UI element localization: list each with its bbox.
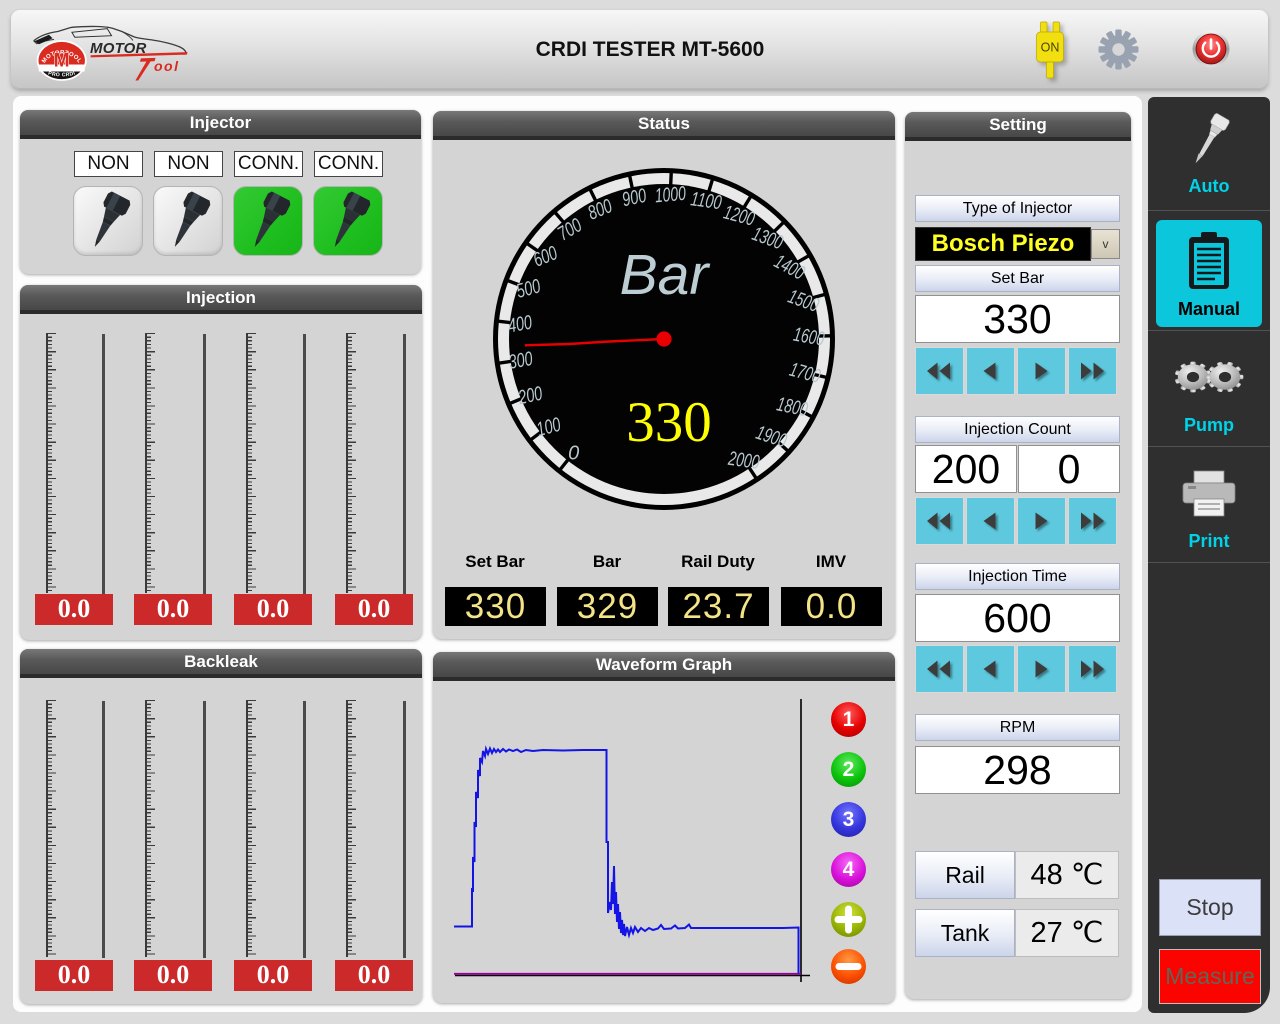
svg-text:1000: 1000 <box>654 183 687 208</box>
svg-text:400: 400 <box>506 312 533 338</box>
svg-text:330: 330 <box>626 391 712 454</box>
svg-text:Bar: Bar <box>620 243 711 307</box>
svg-text:M: M <box>54 51 70 72</box>
svg-text:1100: 1100 <box>689 188 723 214</box>
svg-text:2000: 2000 <box>726 448 760 474</box>
svg-text:MOTOR: MOTOR <box>90 40 147 57</box>
svg-text:0: 0 <box>568 443 579 465</box>
svg-text:300: 300 <box>507 348 534 374</box>
svg-text:ool: ool <box>154 58 180 74</box>
svg-text:ON: ON <box>1041 41 1060 55</box>
